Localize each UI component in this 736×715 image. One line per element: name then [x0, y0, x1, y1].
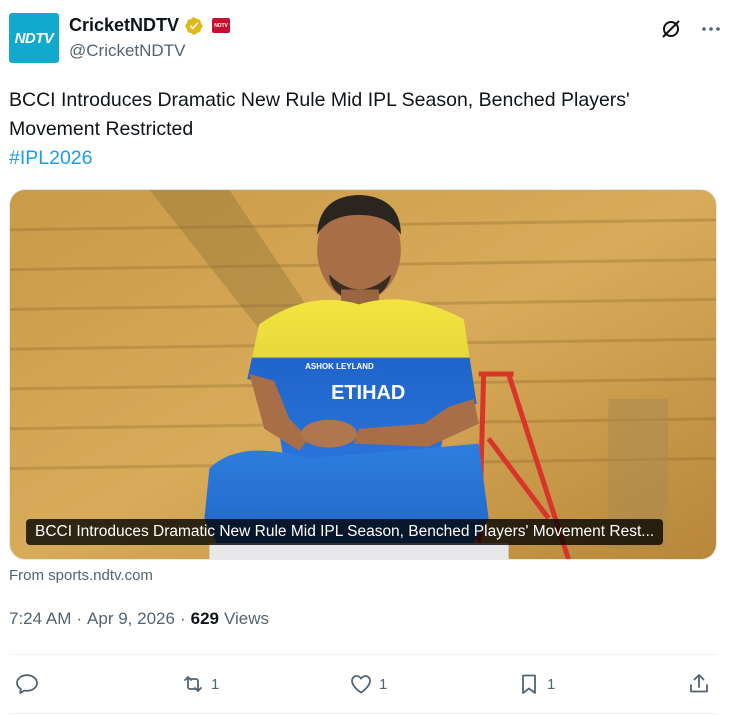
repost-icon	[184, 676, 202, 692]
link-source[interactable]: From sports.ndtv.com	[9, 567, 153, 584]
card-image: ETIHAD ASHOK LEYLAND	[10, 190, 716, 559]
author-name-row: CricketNDTV NDTV	[69, 15, 231, 36]
card-caption: BCCI Introduces Dramatic New Rule Mid IP…	[26, 519, 664, 545]
tweet-text: BCCI Introduces Dramatic New Rule Mid IP…	[9, 86, 719, 173]
reply-button[interactable]	[15, 664, 45, 704]
views-label: Views	[224, 609, 270, 628]
avatar-logo-text: NDTV	[14, 29, 54, 47]
views-count: 629	[190, 609, 219, 628]
bookmark-icon	[522, 674, 536, 694]
share-icon	[690, 674, 708, 693]
tweet-time[interactable]: 7:24 AM	[9, 609, 71, 629]
avatar[interactable]: NDTV	[9, 13, 59, 63]
repost-count: 1	[211, 675, 220, 693]
action-bar: 1 1 1	[9, 664, 717, 704]
more-options-icon[interactable]	[699, 17, 723, 41]
jersey-front-text: ETIHAD	[331, 382, 405, 404]
divider	[9, 713, 717, 714]
meta-separator: ·	[76, 609, 83, 628]
bookmark-button[interactable]: 1	[517, 664, 555, 704]
jersey-sponsor-text: ASHOK LEYLAND	[305, 362, 374, 371]
bookmark-count: 1	[547, 675, 556, 693]
share-button[interactable]	[687, 664, 711, 704]
tweet-header: NDTV CricketNDTV NDTV @CricketNDTV	[9, 13, 727, 65]
divider	[9, 654, 717, 655]
display-name[interactable]: CricketNDTV	[69, 15, 179, 36]
meta-separator: ·	[179, 609, 186, 628]
tweet-meta: 7:24 AM · Apr 9, 2026 · 629 Views	[9, 609, 269, 629]
link-card[interactable]: ETIHAD ASHOK LEYLAND BCCI Introduces Dra…	[9, 189, 717, 560]
like-count: 1	[379, 675, 388, 693]
tweet-date[interactable]: Apr 9, 2026	[87, 609, 175, 629]
hashtag-link[interactable]: #IPL2026	[9, 144, 719, 173]
heart-icon	[351, 675, 371, 694]
author-handle[interactable]: @CricketNDTV	[69, 41, 185, 61]
repost-button[interactable]: 1	[181, 664, 219, 704]
grok-icon[interactable]	[659, 17, 683, 41]
verified-badge-icon[interactable]	[184, 16, 204, 36]
reply-icon	[16, 674, 38, 694]
affiliation-badge[interactable]: NDTV	[212, 18, 231, 33]
tweet-body: BCCI Introduces Dramatic New Rule Mid IP…	[9, 89, 630, 140]
like-button[interactable]: 1	[349, 664, 387, 704]
